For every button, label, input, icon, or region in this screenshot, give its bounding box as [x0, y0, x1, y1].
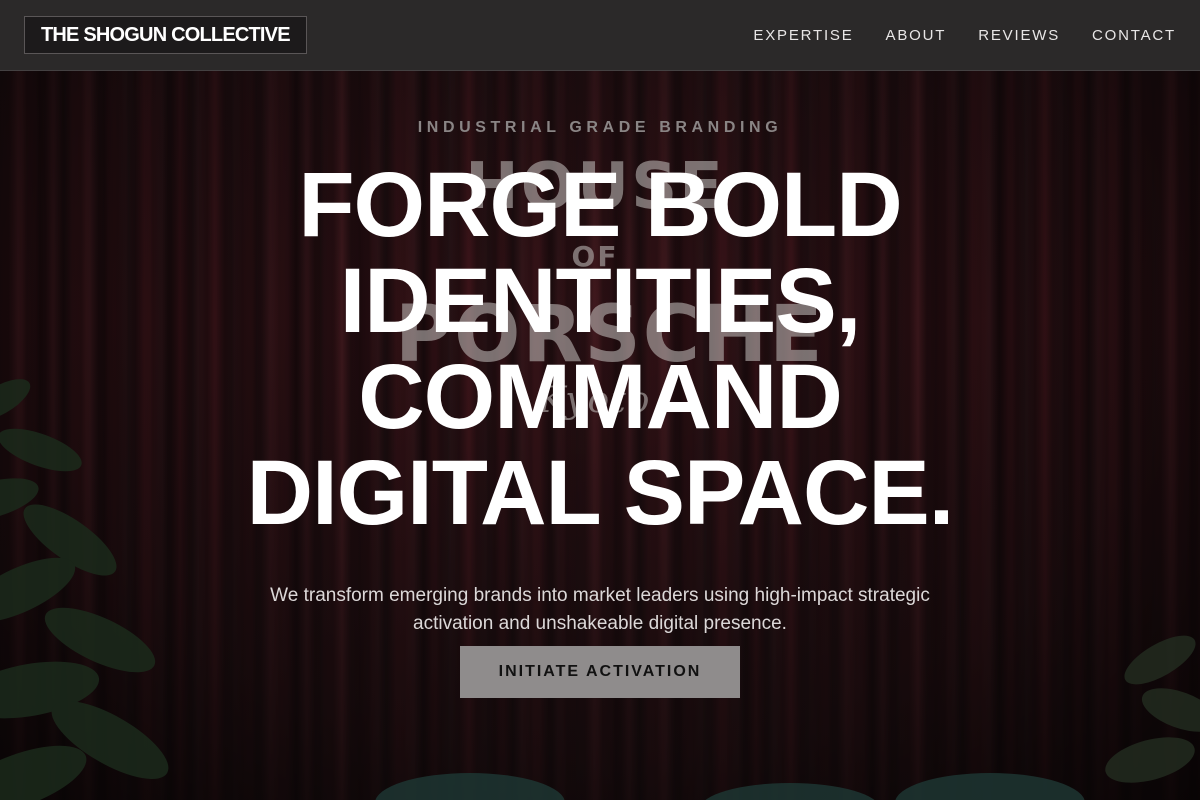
nav-link-expertise[interactable]: EXPERTISE [753, 27, 853, 44]
hero-subtitle: We transform emerging brands into market… [270, 585, 930, 634]
nav-link-about[interactable]: ABOUT [886, 27, 947, 44]
headline-line: FORGE BOLD [298, 154, 902, 256]
headline-line: DIGITAL SPACE. [246, 442, 955, 544]
site-header: THE SHOGUN COLLECTIVE EXPERTISE ABOUT RE… [0, 0, 1200, 71]
main-nav: EXPERTISE ABOUT REVIEWS CONTACT [753, 0, 1176, 70]
nav-link-reviews[interactable]: REVIEWS [978, 27, 1060, 44]
headline-line: COMMAND [358, 346, 843, 448]
landing-page: HOUSE OF PORSCHE Kyoto THE SHOGUN COLLEC… [0, 0, 1200, 800]
nav-link-contact[interactable]: CONTACT [1092, 27, 1176, 44]
hero-eyebrow: INDUSTRIAL GRADE BRANDING [417, 119, 783, 136]
hero-section: INDUSTRIAL GRADE BRANDING FORGE BOLD IDE… [0, 71, 1200, 800]
hero-headline: FORGE BOLD IDENTITIES, COMMAND DIGITAL S… [0, 157, 1200, 541]
headline-line: IDENTITIES, [339, 250, 862, 352]
initiate-activation-button[interactable]: INITIATE ACTIVATION [460, 646, 740, 698]
logo-wordmark[interactable]: THE SHOGUN COLLECTIVE [24, 16, 307, 54]
